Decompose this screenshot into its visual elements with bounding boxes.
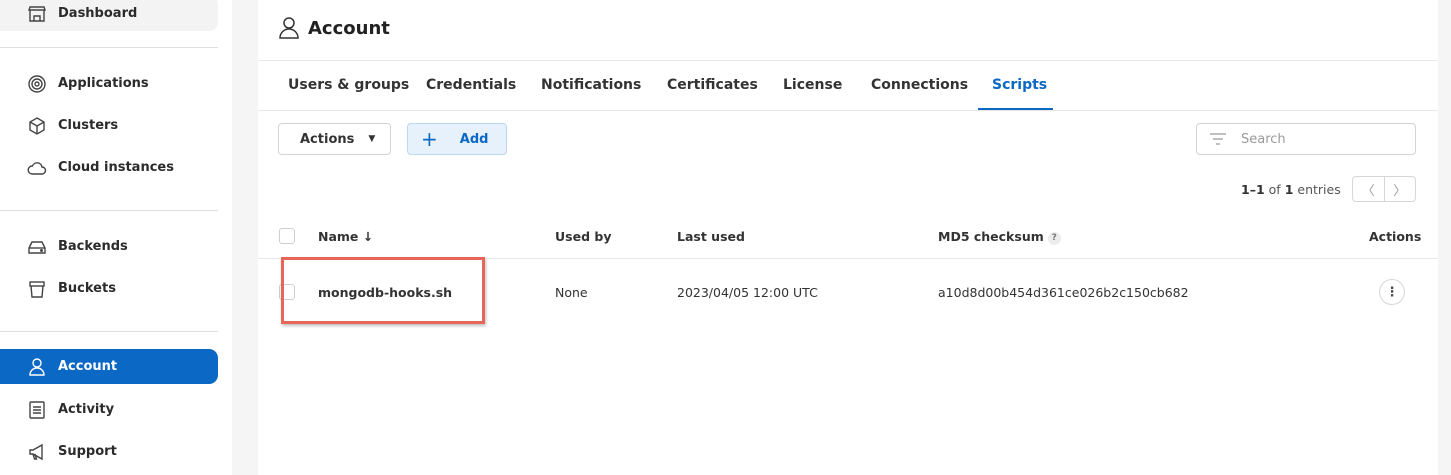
column-header-md5: MD5 checksum? [938, 229, 1061, 245]
sidebar-item-label: Clusters [58, 118, 119, 133]
main-panel: Account Users & groups Credentials Notif… [258, 0, 1438, 475]
highlight-annotation-box [281, 257, 485, 324]
target-icon [26, 73, 48, 95]
pagination-total: 1 [1284, 182, 1294, 197]
pagination-summary: 1–1 of 1 entries [1241, 182, 1341, 197]
column-header-name[interactable]: Name ↓ [318, 229, 373, 244]
add-button-label: Add [459, 131, 489, 147]
bucket-icon [26, 278, 48, 300]
cube-icon [26, 115, 48, 137]
tab-notifications[interactable]: Notifications [527, 61, 655, 110]
sidebar-divider [0, 331, 218, 332]
add-button[interactable]: + Add [407, 123, 507, 155]
tab-credentials[interactable]: Credentials [412, 61, 530, 110]
tab-users-groups[interactable]: Users & groups [274, 61, 423, 110]
sidebar-item-label: Activity [58, 402, 115, 417]
select-all-checkbox[interactable] [279, 228, 295, 244]
sidebar-item-label: Support [58, 444, 117, 459]
cloud-icon [26, 157, 48, 179]
sidebar-item-buckets[interactable]: Buckets [0, 271, 218, 306]
help-icon[interactable]: ? [1047, 232, 1061, 245]
sidebar-item-cloud-instances[interactable]: Cloud instances [0, 150, 218, 185]
sidebar-item-label: Buckets [58, 281, 116, 296]
last-used-cell: 2023/04/05 12:00 UTC [677, 285, 818, 300]
filter-icon [1210, 133, 1226, 145]
sidebar-item-support[interactable]: Support [0, 434, 218, 469]
user-icon [279, 17, 299, 39]
megaphone-icon [26, 441, 48, 463]
sidebar-item-label: Cloud instances [58, 160, 174, 175]
sidebar-divider [0, 210, 218, 211]
page-title: Account [308, 18, 390, 39]
pagination-range: 1–1 [1241, 182, 1265, 197]
user-icon [26, 356, 48, 378]
caret-down-icon: ▼ [368, 134, 376, 144]
column-header-actions: Actions [1369, 229, 1422, 244]
list-icon [26, 399, 48, 421]
search-input[interactable] [1239, 130, 1393, 148]
chevron-left-icon[interactable]: 〈 [1353, 177, 1385, 201]
pagination-of: of [1268, 182, 1281, 197]
row-actions-kebab-icon[interactable]: ⋮ [1379, 279, 1405, 305]
sidebar-item-activity[interactable]: Activity [0, 392, 218, 427]
tab-certificates[interactable]: Certificates [653, 61, 772, 110]
used-by-cell: None [555, 285, 588, 300]
page-header: Account [258, 0, 1438, 61]
search-field[interactable] [1196, 123, 1416, 155]
tab-scripts[interactable]: Scripts [978, 61, 1053, 110]
column-header-md5-label: MD5 checksum [938, 229, 1044, 244]
sidebar-divider [0, 47, 218, 48]
sidebar: ⌖ Dashboard Applications Clusters Cloud … [0, 0, 232, 475]
sidebar-item-applications[interactable]: Applications [0, 66, 218, 101]
pagination-suffix: entries [1297, 182, 1341, 197]
sidebar-item-backends[interactable]: Backends [0, 229, 218, 264]
sidebar-item-label: Backends [58, 239, 128, 254]
sidebar-item-label: Dashboard [58, 6, 138, 21]
sidebar-item-dashboard[interactable]: Dashboard [0, 0, 218, 31]
storefront-icon [26, 3, 48, 25]
hard-drive-icon [26, 236, 48, 258]
column-header-used-by: Used by [555, 229, 612, 244]
sidebar-item-account[interactable]: Account [0, 349, 218, 384]
actions-dropdown-label: Actions [300, 131, 355, 147]
column-header-last-used: Last used [677, 229, 745, 244]
plus-icon: + [421, 127, 438, 151]
chevron-right-icon[interactable]: 〉 [1385, 177, 1416, 201]
sidebar-item-clusters[interactable]: Clusters [0, 108, 218, 143]
tab-bar: Users & groups Credentials Notifications… [258, 61, 1438, 111]
md5-cell: a10d8d00b454d361ce026b2c150cb682 [938, 285, 1189, 300]
tab-connections[interactable]: Connections [857, 61, 982, 110]
tab-license[interactable]: License [769, 61, 856, 110]
pagination-controls: 〈 〉 [1352, 176, 1416, 202]
sidebar-item-label: Applications [58, 76, 149, 91]
sidebar-item-label: Account [58, 359, 118, 374]
actions-dropdown-button[interactable]: Actions ▼ [278, 123, 391, 155]
